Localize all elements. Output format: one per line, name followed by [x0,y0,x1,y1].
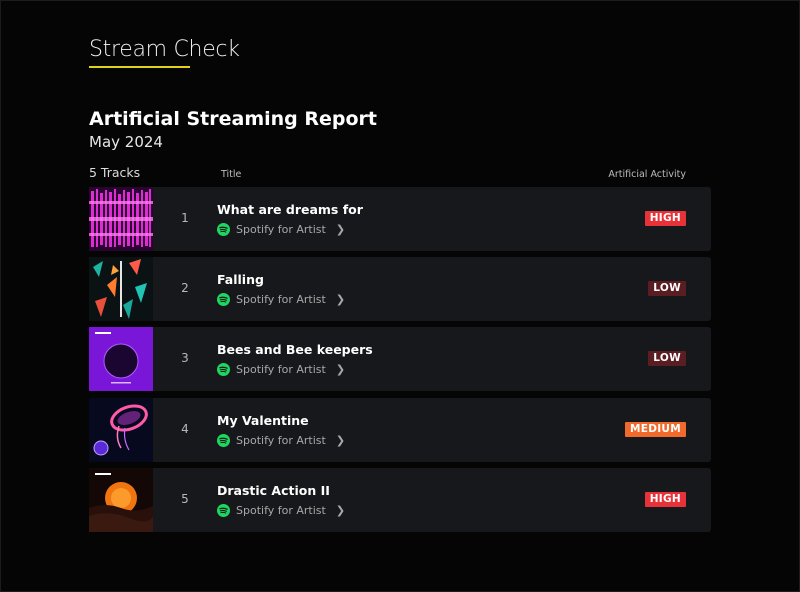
report-title: Artificial Streaming Report [89,108,377,130]
track-card: 5 Drastic Action II Spotify for Artist ❯… [153,468,711,532]
spotify-icon [217,222,230,236]
track-title: What are dreams for [217,202,363,217]
spotify-link-label: Spotify for Artist [236,292,326,306]
chevron-right-icon: ❯ [335,362,346,376]
column-header-title: Title [221,169,242,180]
album-cover [89,257,153,321]
track-row[interactable]: 5 Drastic Action II Spotify for Artist ❯… [89,468,711,532]
spotify-icon [217,292,230,306]
track-row[interactable]: 1 What are dreams for Spotify for Artist… [89,187,711,251]
activity-badge: LOW [648,351,686,366]
album-cover [89,398,153,462]
report-date: May 2024 [89,133,163,151]
spotify-link-label: Spotify for Artist [236,433,326,447]
spotify-link-label: Spotify for Artist [236,503,326,517]
brand-underline [89,66,190,68]
track-card: 2 Falling Spotify for Artist ❯ LOW [153,257,711,321]
track-number: 1 [181,211,189,225]
column-header-activity: Artificial Activity [608,169,686,180]
spotify-for-artist-link[interactable]: Spotify for Artist ❯ [217,362,345,376]
chevron-right-icon: ❯ [335,503,346,517]
track-title: Drastic Action II [217,483,330,498]
track-card: 4 My Valentine Spotify for Artist ❯ MEDI… [153,398,711,462]
activity-badge: MEDIUM [624,422,686,437]
track-number: 4 [181,422,189,436]
spotify-link-label: Spotify for Artist [236,222,326,236]
track-title: My Valentine [217,413,309,428]
track-row[interactable]: 4 My Valentine Spotify for Artist ❯ MEDI… [89,398,711,462]
activity-badge: HIGH [644,211,686,226]
spotify-for-artist-link[interactable]: Spotify for Artist ❯ [217,503,345,517]
spotify-for-artist-link[interactable]: Spotify for Artist ❯ [217,222,345,236]
track-number: 3 [181,351,189,365]
spotify-icon [217,503,230,517]
brand-title: Stream Check [89,37,240,62]
chevron-right-icon: ❯ [335,433,346,447]
track-row[interactable]: 2 Falling Spotify for Artist ❯ LOW [89,257,711,321]
chevron-right-icon: ❯ [335,292,346,306]
track-number: 2 [181,281,189,295]
track-card: 1 What are dreams for Spotify for Artist… [153,187,711,251]
spotify-link-label: Spotify for Artist [236,362,326,376]
track-title: Falling [217,272,264,287]
album-cover [89,468,153,532]
spotify-for-artist-link[interactable]: Spotify for Artist ❯ [217,433,345,447]
spotify-icon [217,362,230,376]
spotify-for-artist-link[interactable]: Spotify for Artist ❯ [217,292,345,306]
spotify-icon [217,433,230,447]
album-cover [89,327,153,391]
track-card: 3 Bees and Bee keepers Spotify for Artis… [153,327,711,391]
chevron-right-icon: ❯ [335,222,346,236]
track-count: 5 Tracks [89,165,141,180]
activity-badge: HIGH [644,492,686,507]
track-row[interactable]: 3 Bees and Bee keepers Spotify for Artis… [89,327,711,391]
album-cover [89,187,153,251]
activity-badge: LOW [648,281,686,296]
track-title: Bees and Bee keepers [217,342,373,357]
track-number: 5 [181,492,189,506]
